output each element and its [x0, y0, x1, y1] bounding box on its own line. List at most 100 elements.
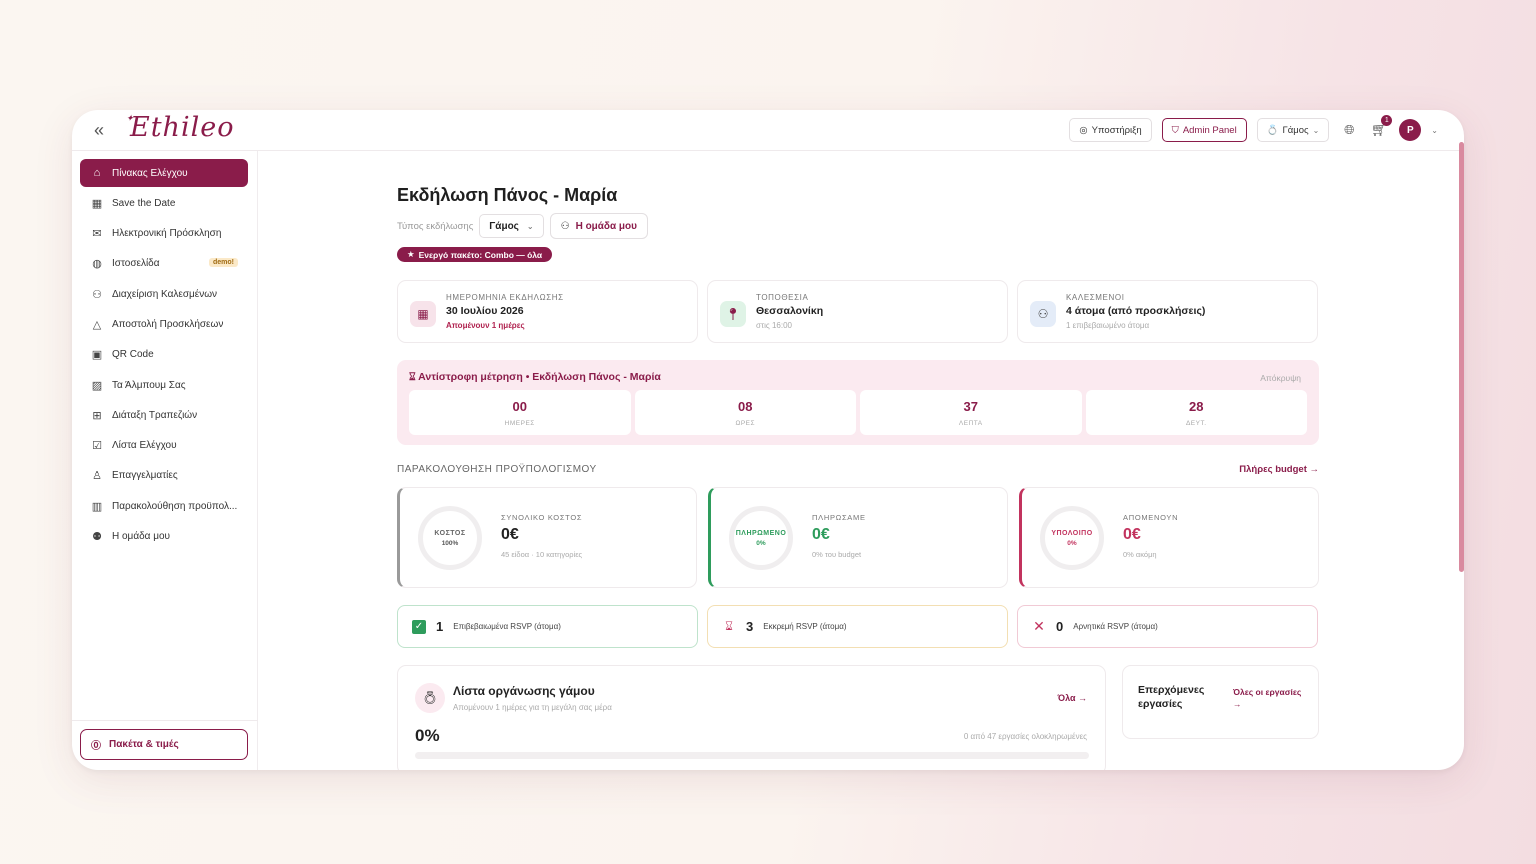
full-budget-link[interactable]: Πλήρες budget → [1239, 464, 1319, 475]
demo-badge: demo! [209, 257, 238, 267]
paid-ring: ΠΛΗΡΩΜΕΝΟ 0% [729, 506, 793, 570]
checklist-title: Λίστα οργάνωσης γάμου [453, 684, 595, 698]
cost-ring: ΚΟΣΤΟΣ 100% [418, 506, 482, 570]
topbar-actions: ◎ Υποστήριξη ⛉ Admin Panel 💍 Γάμος ⌄ 🌐︎ … [1069, 115, 1438, 142]
checklist-percent: 0% [415, 726, 440, 745]
support-icon: ◎ [1079, 124, 1088, 136]
ring-percent: 0% [1067, 539, 1077, 547]
avatar[interactable]: P [1399, 119, 1422, 141]
chevron-down-icon: ⌄ [526, 221, 534, 231]
sidebar-nav: ⌂ Πίνακας Ελέγχου ▦ Save the Date ✉ Ηλεκ… [80, 159, 248, 553]
budget-heading: ΠΑΡΑΚΟΛΟΥΘΗΣΗ ΠΡΟΫΠΟΛΟΓΙΣΜΟΥ [397, 464, 597, 475]
sidebar-item-label: Διαχείριση Καλεσμένων [112, 288, 218, 300]
countdown-panel: ⌛︎ Αντίστροφη μέτρηση • Εκδήλωση Πάνος -… [397, 360, 1319, 445]
budget-label: ΠΛΗΡΩΣΑΜΕ [812, 513, 866, 522]
cart-icon[interactable]: 🛒︎ 1 [1369, 115, 1393, 140]
top-bar: « ✦ Ethileo ◎ Υποστήριξη ⛉ Admin Panel 💍… [72, 110, 1464, 151]
countdown-unit: ΛΕΠΤΑ [958, 420, 983, 427]
sidebar-item-label: Save the Date [112, 197, 176, 209]
sidebar-item-albums[interactable]: ▨ Τα Άλμπουμ Σας [80, 371, 248, 399]
upcoming-title: Επερχόμενες εργασίες [1138, 684, 1205, 710]
sidebar-item-guests[interactable]: ⚇ Διαχείριση Καλεσμένων [80, 280, 248, 308]
sidebar-item-send-invitations[interactable]: △ Αποστολή Προσκλήσεων [80, 310, 248, 338]
sidebar-item-save-the-date[interactable]: ▦ Save the Date [80, 189, 248, 217]
info-value: Θεσσαλονίκη [756, 305, 824, 317]
countdown-value: 08 [738, 399, 753, 414]
rsvp-pending-card[interactable]: ⌛︎ 3 Εκκρεμή RSVP (άτομα) [707, 605, 1008, 648]
info-cards: ▦ ΗΜΕΡΟΜΗΝΙΑ ΕΚΔΗΛΩΣΗΣ 30 Ιουλίου 2026 Α… [397, 280, 1318, 343]
grid-icon: ⊞ [92, 409, 102, 422]
chevron-down-icon: ⌄ [1312, 125, 1320, 135]
countdown-title-text: Αντίστροφη μέτρηση • Εκδήλωση Πάνος - Μα… [418, 371, 661, 383]
packages-pricing-button[interactable]: ⓪ Πακέτα & τιμές [80, 729, 248, 760]
my-team-label: Η ομάδα μου [575, 220, 637, 232]
countdown-title: ⌛︎ Αντίστροφη μέτρηση • Εκδήλωση Πάνος -… [409, 371, 661, 384]
all-tasks-link[interactable]: Όλες οι εργασίες → [1233, 686, 1303, 710]
ring-percent: 0% [756, 539, 766, 547]
app-window: « ✦ Ethileo ◎ Υποστήριξη ⛉ Admin Panel 💍… [72, 110, 1464, 770]
rsvp-declined-card[interactable]: ✕ 0 Αρνητικά RSVP (άτομα) [1017, 605, 1318, 648]
sidebar-item-label: Αποστολή Προσκλήσεων [112, 318, 224, 330]
cross-icon: ✕ [1033, 618, 1045, 634]
ring-icon: 💍︎ [415, 683, 445, 713]
language-globe-icon[interactable]: 🌐︎ [1339, 120, 1359, 140]
info-value: 30 Ιουλίου 2026 [446, 305, 524, 317]
countdown-days: 00 ΗΜΕΡΕΣ [409, 390, 631, 435]
checklist-icon: ☑ [92, 440, 102, 453]
sidebar-item-checklist[interactable]: ☑ Λίστα Ελέγχου [80, 432, 248, 460]
sidebar-item-label: Λίστα Ελέγχου [112, 440, 177, 452]
rsvp-confirmed-card[interactable]: ✓ 1 Επιβεβαιωμένα RSVP (άτομα) [397, 605, 698, 648]
my-team-button[interactable]: ⚇ Η ομάδα μου [549, 213, 648, 239]
packages-label: Πακέτα & τιμές [109, 739, 179, 750]
sidebar-item-seating[interactable]: ⊞ Διάταξη Τραπεζιών [80, 401, 248, 429]
star-icon: ★ [407, 249, 415, 259]
countdown-cells: 00 ΗΜΕΡΕΣ 08 ΩΡΕΣ 37 ΛΕΠΤΑ 28 ΔΕΥΤ. [409, 390, 1307, 435]
users-icon: ⚇ [92, 288, 102, 301]
sidebar-item-dashboard[interactable]: ⌂ Πίνακας Ελέγχου [80, 159, 248, 187]
countdown-value: 37 [963, 399, 978, 414]
rsvp-count: 3 [746, 619, 754, 634]
sidebar-item-qr-code[interactable]: ▣ QR Code [80, 341, 248, 369]
location-card: 📍︎ ΤΟΠΟΘΕΣΙΑ Θεσσαλονίκη στις 16:00 [707, 280, 1008, 343]
collapse-sidebar-icon[interactable]: « [94, 120, 104, 141]
checklist-sub: Απομένουν 1 ημέρες για τη μεγάλη σας μέρ… [453, 703, 612, 712]
sidebar-item-vendors[interactable]: ♙ Επαγγελματίες [80, 462, 248, 490]
logo[interactable]: ✦ Ethileo [126, 112, 234, 143]
budget-value: 0€ [812, 526, 830, 543]
event-type-select[interactable]: Γάμος ⌄ [479, 214, 544, 238]
countdown-seconds: 28 ΔΕΥΤ. [1085, 390, 1307, 435]
sparkle-icon: ✦ [126, 114, 135, 124]
event-type-dropdown[interactable]: 💍 Γάμος ⌄ [1256, 118, 1330, 142]
event-type-label: Γάμος [1282, 124, 1309, 136]
checklist-all-link[interactable]: Όλα → [1058, 693, 1087, 703]
account-chevron-down-icon[interactable]: ⌄ [1431, 126, 1438, 135]
countdown-unit: ΗΜΕΡΕΣ [504, 420, 535, 427]
chart-icon: ▥ [91, 500, 103, 513]
countdown-hide-link[interactable]: Απόκρυψη [1260, 373, 1301, 383]
send-icon: △ [92, 318, 102, 331]
mail-icon: ✉ [92, 228, 102, 241]
sidebar-item-e-invitation[interactable]: ✉ Ηλεκτρονική Πρόσκληση [80, 220, 248, 248]
price-tag-icon: ⓪ [91, 741, 101, 752]
hourglass-icon: ⌛︎ [725, 619, 733, 633]
sidebar-item-website[interactable]: ◍ Ιστοσελίδα demo! [80, 250, 248, 278]
scrollbar[interactable] [1458, 130, 1464, 750]
sidebar-item-budget[interactable]: ▥ Παρακολούθηση προϋπολ... [80, 492, 248, 520]
checklist-progress-bar [415, 752, 1089, 759]
total-cost-card: ΚΟΣΤΟΣ 100% ΣΥΝΟΛΙΚΟ ΚΟΣΤΟΣ 0€ 45 είδοα … [397, 487, 697, 588]
ring-label: ΚΟΣΤΟΣ [434, 529, 466, 537]
sidebar-item-label: Η ομάδα μου [112, 531, 171, 543]
rsvp-label: Αρνητικά RSVP (άτομα) [1073, 622, 1158, 631]
calendar-icon: ▦ [91, 197, 103, 210]
hourglass-icon: ⌛︎ [409, 371, 416, 383]
checklist-count: 0 από 47 εργασίες ολοκληρωμένες [963, 732, 1087, 741]
admin-panel-button[interactable]: ⛉ Admin Panel [1161, 118, 1247, 142]
scrollbar-thumb[interactable] [1459, 142, 1464, 572]
ring-label: ΥΠΟΛΟΙΠΟ [1051, 529, 1093, 537]
budget-value: 0€ [501, 526, 519, 543]
sidebar-item-label: Διάταξη Τραπεζιών [112, 409, 198, 421]
support-label: Υποστήριξη [1091, 124, 1142, 136]
countdown-unit: ΔΕΥΤ. [1185, 420, 1207, 427]
support-button[interactable]: ◎ Υποστήριξη [1069, 118, 1152, 142]
sidebar-item-team[interactable]: ⚉ Η ομάδα μου [80, 523, 248, 551]
